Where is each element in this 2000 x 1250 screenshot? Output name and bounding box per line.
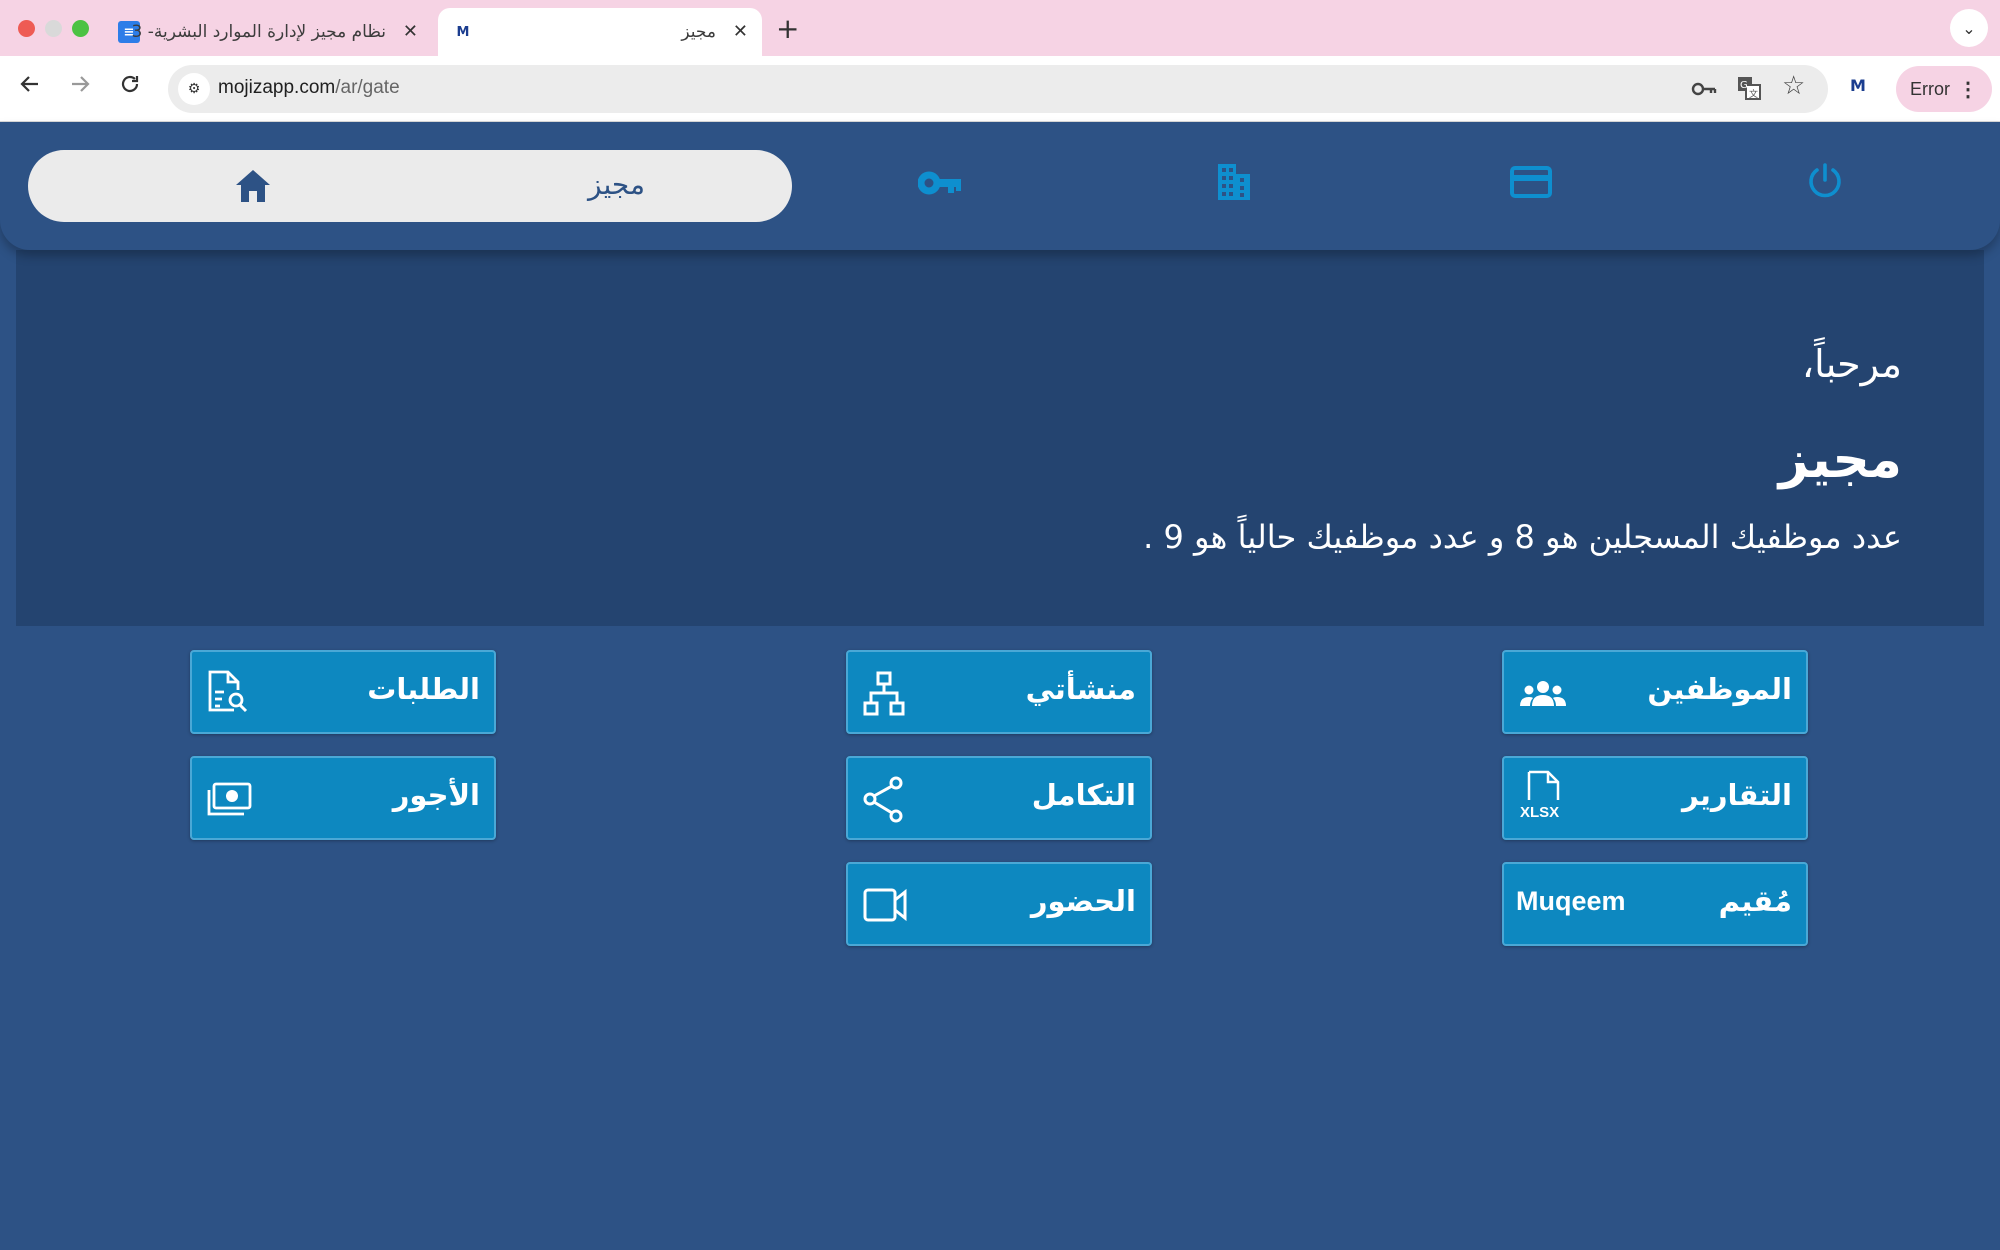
home-icon	[234, 168, 272, 208]
tab-title: مجيز	[681, 22, 716, 42]
svg-text:文: 文	[1749, 88, 1758, 100]
tile-label: مُقيم	[1718, 884, 1792, 918]
xlsx-file-icon: XLSX	[1518, 770, 1566, 824]
back-arrow-icon[interactable]	[14, 72, 46, 102]
app-header-nav: مجيز	[0, 122, 2000, 250]
address-bar[interactable]: ⚙ mojizapp.com/ar/gate G文 ☆	[168, 65, 1828, 113]
payroll-tile-button[interactable]: الأجور	[190, 756, 496, 840]
close-icon[interactable]: ✕	[403, 21, 418, 42]
password-key-icon[interactable]	[1690, 75, 1718, 109]
establishments-tile-button[interactable]: منشأتي	[846, 650, 1152, 734]
profile-error-button[interactable]: Error ⋮	[1896, 66, 1992, 112]
browser-tab-hr-docs[interactable]: ≡ نظام مجيز لإدارة الموارد البشرية- 3 ✕	[112, 8, 430, 56]
tile-label: منشأتي	[1025, 672, 1136, 706]
org-chart-icon	[862, 670, 910, 718]
svg-text:G: G	[1740, 80, 1748, 91]
document-search-icon	[206, 670, 254, 718]
tab-search-chevron-icon[interactable]: ⌄	[1950, 9, 1988, 47]
maximize-window-button[interactable]	[72, 20, 89, 37]
attendance-tile-button[interactable]: الحضور	[846, 862, 1152, 946]
employees-tile-button[interactable]: الموظفين	[1502, 650, 1808, 734]
reports-tile-button[interactable]: التقارير XLSX	[1502, 756, 1808, 840]
requests-tile-button[interactable]: الطلبات	[190, 650, 496, 734]
credit-card-icon[interactable]	[1510, 166, 1552, 202]
kebab-menu-icon[interactable]: ⋮	[1958, 77, 1978, 102]
minimize-window-button[interactable]	[45, 20, 62, 37]
tile-label: الطلبات	[367, 672, 480, 706]
url-text[interactable]: mojizapp.com/ar/gate	[218, 77, 400, 99]
forward-arrow-icon[interactable]	[64, 72, 96, 102]
bookmark-star-icon[interactable]: ☆	[1782, 71, 1805, 101]
power-icon[interactable]	[1806, 162, 1844, 204]
integration-tile-button[interactable]: التكامل	[846, 756, 1152, 840]
tile-label: الحضور	[1030, 884, 1136, 918]
employee-count-summary: عدد موظفيك المسجلين هو 8 و عدد موظفيك حا…	[1143, 518, 1902, 556]
company-name: مجيز	[1778, 430, 1902, 490]
tile-label: الأجور	[392, 778, 480, 812]
close-icon[interactable]: ✕	[733, 21, 748, 42]
tile-label: التقارير	[1681, 778, 1792, 812]
browser-tabstrip: ≡ نظام مجيز لإدارة الموارد البشرية- 3 ✕ …	[0, 0, 2000, 56]
mojiz-extension-icon[interactable]: M	[1850, 76, 1866, 95]
share-icon	[862, 776, 910, 824]
building-icon[interactable]	[1216, 162, 1252, 204]
money-icon	[206, 776, 254, 824]
home-nav-label: مجيز	[588, 168, 645, 201]
site-settings-icon[interactable]: ⚙	[178, 73, 210, 105]
tile-label: التكامل	[1031, 778, 1136, 812]
people-icon	[1518, 670, 1566, 718]
reload-icon[interactable]	[114, 72, 146, 102]
tile-label: الموظفين	[1647, 672, 1792, 706]
close-window-button[interactable]	[18, 20, 35, 37]
video-camera-icon	[862, 882, 910, 930]
xlsx-label: XLSX	[1520, 804, 1560, 821]
muqeem-logo-text: Muqeem	[1516, 886, 1626, 916]
greeting-text: مرحباً،	[1801, 342, 1902, 386]
browser-toolbar: ⚙ mojizapp.com/ar/gate G文 ☆ M Error ⋮	[0, 56, 2000, 122]
muqeem-tile-button[interactable]: مُقيم Muqeem	[1502, 862, 1808, 946]
welcome-banner: مرحباً، مجيز عدد موظفيك المسجلين هو 8 و …	[16, 250, 1984, 626]
browser-tab-mojiz[interactable]: M مجيز ✕	[438, 8, 762, 56]
home-nav-button[interactable]: مجيز	[28, 150, 792, 222]
key-icon[interactable]	[917, 168, 962, 202]
tab-title: نظام مجيز لإدارة الموارد البشرية- 3	[131, 22, 387, 42]
mojiz-logo-icon: M	[456, 24, 470, 40]
translate-icon[interactable]: G文	[1736, 75, 1762, 107]
new-tab-button[interactable]: +	[776, 12, 799, 45]
